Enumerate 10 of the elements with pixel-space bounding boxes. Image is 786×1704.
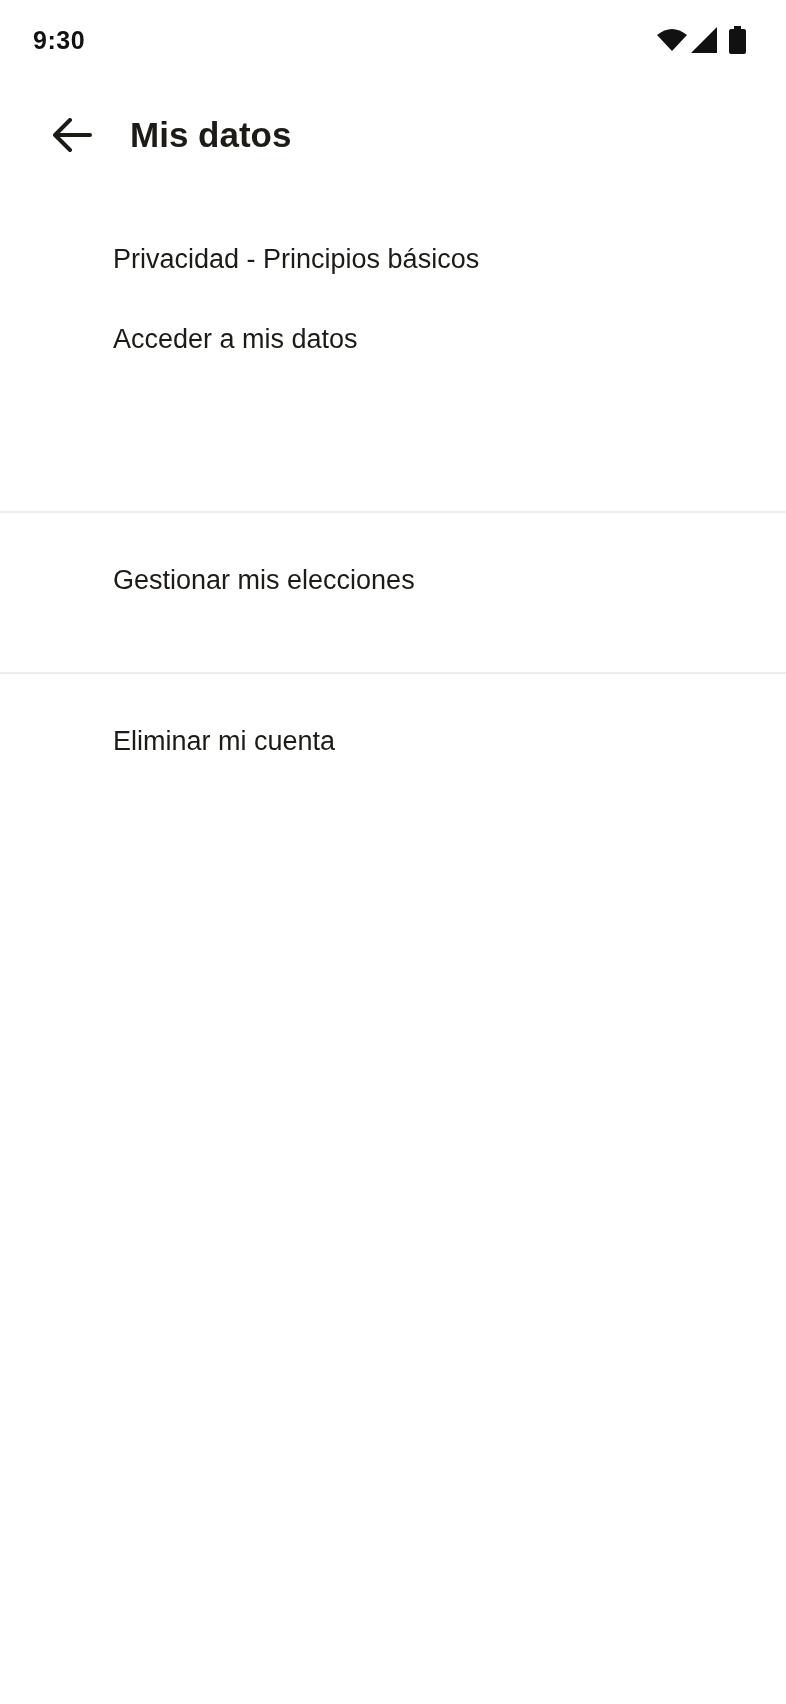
battery-icon <box>729 26 746 54</box>
wifi-icon <box>657 29 687 51</box>
menu-item[interactable]: Privacidad - Principios básicos <box>0 219 786 299</box>
page-title: Mis datos <box>130 115 292 155</box>
menu-item[interactable]: Gestionar mis elecciones <box>0 540 786 620</box>
menu-item[interactable]: Acceder a mis datos <box>0 299 786 379</box>
signal-icon <box>691 27 717 53</box>
status-time: 9:30 <box>33 25 86 55</box>
menu-item[interactable]: Eliminar mi cuenta <box>0 701 786 781</box>
back-arrow-icon <box>52 118 92 152</box>
